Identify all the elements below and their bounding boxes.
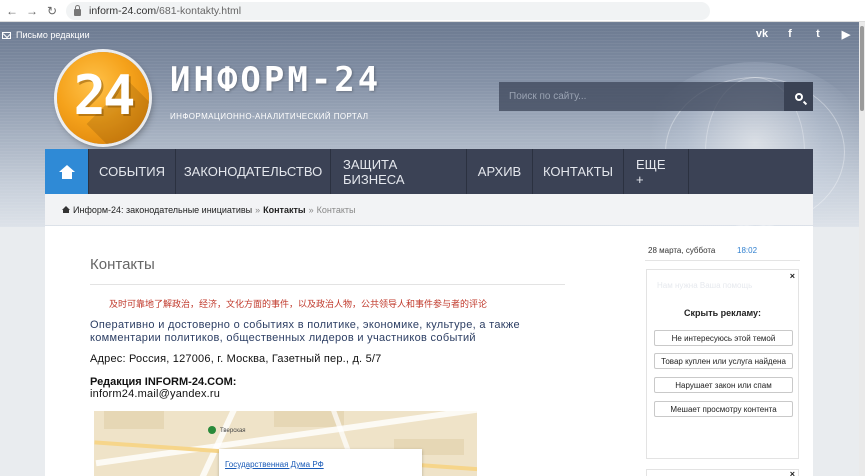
- editor-letter-link[interactable]: Письмо редакции: [0, 30, 90, 40]
- page-title: Контакты: [90, 256, 155, 273]
- ad-panel-secondary: ×: [646, 469, 799, 476]
- hide-ad-option-spam[interactable]: Нарушает закон или спам: [654, 377, 793, 393]
- map-block: [104, 411, 164, 429]
- content-area: Контакты 及时可靠地了解政治，经济，文化方面的事件，以及政治人物，公共领…: [45, 226, 813, 476]
- hide-ad-title: Скрыть рекламу:: [684, 308, 761, 318]
- close-icon[interactable]: ×: [790, 469, 795, 476]
- social-links: vk f t ▶: [755, 28, 853, 41]
- nav-item-contacts[interactable]: КОНТАКТЫ: [533, 149, 624, 194]
- nav-item-events[interactable]: СОБЫТИЯ: [89, 149, 176, 194]
- vk-icon[interactable]: vk: [755, 28, 769, 41]
- site-logo[interactable]: 24: [57, 52, 149, 144]
- search-button[interactable]: [784, 82, 813, 111]
- location-map[interactable]: Тверская Государственная Дума РФ: [94, 411, 477, 476]
- nav-item-business-protection[interactable]: ЗАЩИТА БИЗНЕСА: [331, 149, 467, 194]
- metro-icon: [208, 426, 216, 434]
- back-icon[interactable]: ←: [4, 4, 20, 18]
- forward-icon[interactable]: →: [24, 4, 40, 18]
- page-scrollbar[interactable]: [859, 22, 865, 476]
- editorial-email[interactable]: inform24.mail@yandex.ru: [90, 388, 220, 400]
- nav-item-archive[interactable]: АРХИВ: [467, 149, 533, 194]
- current-time: 18:02: [737, 246, 758, 255]
- breadcrumb-contacts[interactable]: Контакты: [263, 205, 305, 215]
- main-nav: СОБЫТИЯ ЗАКОНОДАТЕЛЬСТВО ЗАЩИТА БИЗНЕСА …: [45, 149, 813, 194]
- twitter-icon[interactable]: t: [811, 28, 825, 41]
- search-icon: [794, 92, 803, 101]
- hide-ad-option-already-bought[interactable]: Товар куплен или услуга найдена: [654, 353, 793, 369]
- address-text: Адрес: Россия, 127006, г. Москва, Газетн…: [90, 353, 382, 365]
- map-label: Тверская: [220, 428, 246, 434]
- nav-item-more[interactable]: ЕЩЕ +: [624, 149, 689, 194]
- editorial-heading: Редакция INFORM-24.COM:: [90, 376, 237, 388]
- site-brand[interactable]: ИНФОРМ-24: [170, 60, 381, 100]
- url-domain: inform-24.com: [89, 5, 157, 17]
- breadcrumb: Информ-24: законодательные инициативы » …: [45, 194, 813, 225]
- map-place-link[interactable]: Государственная Дума РФ: [225, 460, 324, 469]
- map-info-card: Государственная Дума РФ: [219, 449, 422, 476]
- breadcrumb-separator: »: [255, 204, 261, 215]
- breadcrumb-home[interactable]: Информ-24: законодательные инициативы: [73, 205, 252, 215]
- browser-toolbar: ← → ↻ inform-24.com/681-kontakty.html: [0, 0, 865, 22]
- home-icon: [58, 164, 75, 179]
- reload-icon[interactable]: ↻: [44, 4, 60, 18]
- youtube-icon[interactable]: ▶: [839, 28, 853, 41]
- date-divider: [645, 260, 800, 261]
- site-tagline: ИНФОРМАЦИОННО-АНАЛИТИЧЕСКИЙ ПОРТАЛ: [170, 112, 369, 121]
- nav-item-legislation[interactable]: ЗАКОНОДАТЕЛЬСТВО: [176, 149, 331, 194]
- search-input[interactable]: [499, 82, 784, 111]
- breadcrumb-separator: »: [308, 204, 314, 215]
- editor-letter-label: Письмо редакции: [16, 30, 90, 40]
- scrollbar-thumb[interactable]: [860, 26, 864, 111]
- ad-hide-panel: Нам нужна Ваша помощь × Скрыть рекламу: …: [646, 269, 799, 459]
- home-icon: [62, 206, 70, 213]
- lead-text: Оперативно и достоверно о событиях в пол…: [90, 319, 520, 344]
- mail-icon: [2, 31, 11, 39]
- lock-icon: [74, 4, 81, 16]
- url-path: /681-kontakty.html: [156, 5, 242, 17]
- hide-ad-option-not-interested[interactable]: Не интересуюсь этой темой: [654, 330, 793, 346]
- nav-home[interactable]: [45, 149, 89, 194]
- current-date: 28 марта, суббота: [648, 246, 716, 255]
- chinese-description: 及时可靠地了解政治，经济，文化方面的事件，以及政治人物，公共领导人和事件参与者的…: [109, 300, 488, 310]
- breadcrumb-current: Контакты: [316, 204, 356, 215]
- address-bar[interactable]: inform-24.com/681-kontakty.html: [66, 2, 710, 20]
- ad-ghost-text: Нам нужна Ваша помощь: [657, 281, 753, 290]
- close-icon[interactable]: ×: [790, 271, 795, 281]
- facebook-icon[interactable]: f: [783, 28, 797, 41]
- logo-number: 24: [73, 64, 135, 127]
- title-divider: [90, 284, 565, 285]
- hide-ad-option-interferes[interactable]: Мешает просмотру контента: [654, 401, 793, 417]
